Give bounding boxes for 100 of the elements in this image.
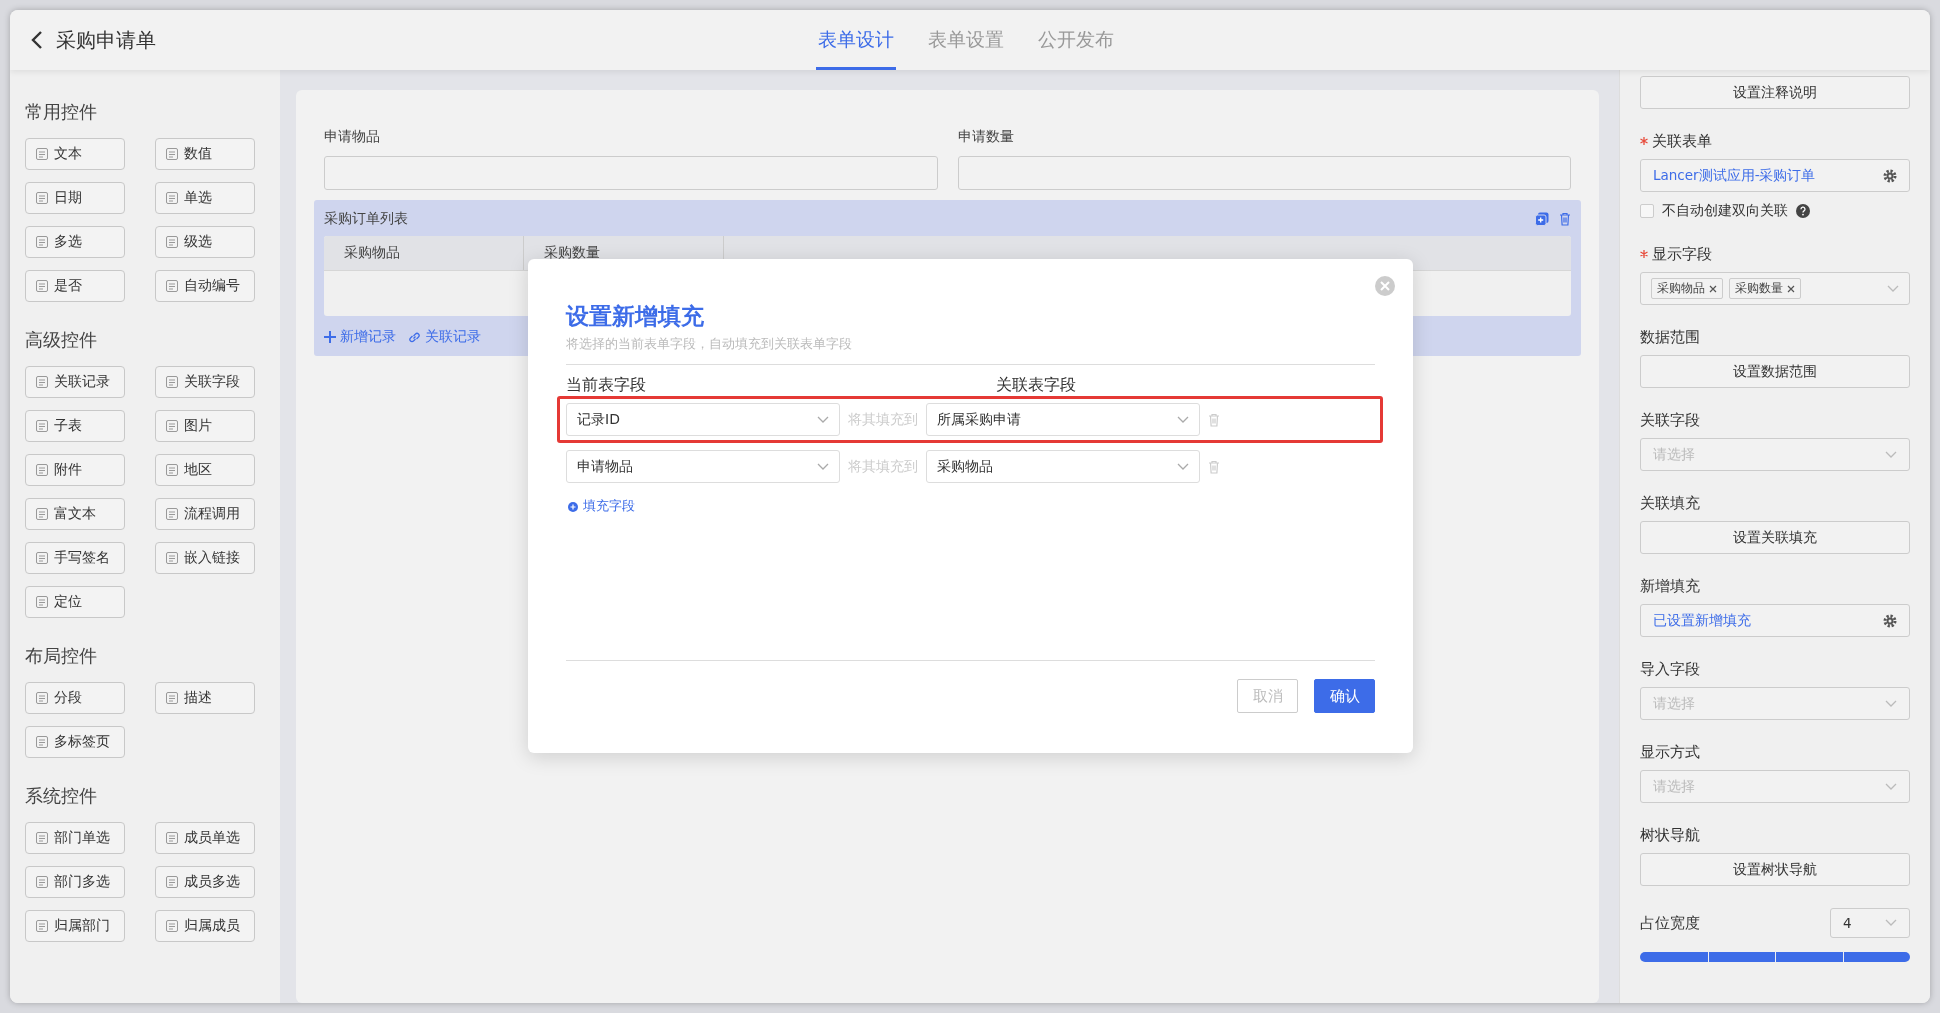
- control-palette-item[interactable]: 级选: [155, 226, 255, 258]
- control-palette-item[interactable]: 数值: [155, 138, 255, 170]
- control-palette-item[interactable]: 单选: [155, 182, 255, 214]
- copy-icon[interactable]: [1535, 212, 1549, 226]
- width-select[interactable]: 4: [1830, 908, 1910, 938]
- field-type-icon: [166, 876, 178, 888]
- field-type-icon: [36, 736, 48, 748]
- control-palette-item[interactable]: 是否: [25, 270, 125, 302]
- field-type-icon: [36, 148, 48, 160]
- field-type-icon: [36, 692, 48, 704]
- add-field-link[interactable]: 填充字段: [568, 498, 635, 515]
- control-palette-item[interactable]: 自动编号: [155, 270, 255, 302]
- plus-circle-icon: [568, 501, 578, 512]
- control-palette-item[interactable]: 附件: [25, 454, 125, 486]
- required-asterisk-icon: [1640, 250, 1648, 258]
- chevron-down-icon: [1885, 919, 1897, 927]
- checkbox[interactable]: [1640, 204, 1654, 218]
- dialog-subtitle: 将选择的当前表单字段，自动填充到关联表单字段: [566, 336, 853, 353]
- chevron-down-icon: [1177, 415, 1189, 424]
- property-button[interactable]: 设置树状导航: [1640, 853, 1910, 886]
- control-palette-item[interactable]: 多标签页: [25, 726, 125, 758]
- select-field[interactable]: 所属采购申请: [926, 403, 1200, 436]
- text-input[interactable]: [324, 156, 938, 190]
- control-palette-item[interactable]: 子表: [25, 410, 125, 442]
- control-palette-item[interactable]: 多选: [25, 226, 125, 258]
- gear-icon[interactable]: [1883, 613, 1897, 628]
- field-type-icon: [166, 376, 178, 388]
- control-palette-item[interactable]: 成员单选: [155, 822, 255, 854]
- control-palette-item[interactable]: 日期: [25, 182, 125, 214]
- control-palette-item[interactable]: 部门多选: [25, 866, 125, 898]
- trash-icon[interactable]: [1559, 212, 1571, 226]
- control-palette-item[interactable]: 部门单选: [25, 822, 125, 854]
- linked-value: 已设置新增填充: [1653, 611, 1751, 630]
- property-label: 导入字段: [1640, 659, 1700, 679]
- tag-label: 采购数量: [1735, 280, 1783, 297]
- control-palette-item[interactable]: 手写签名: [25, 542, 125, 574]
- select-field[interactable]: 采购物品: [926, 450, 1200, 483]
- control-palette-item[interactable]: 图片: [155, 410, 255, 442]
- field-type-icon: [166, 280, 178, 292]
- field-type-icon: [36, 920, 48, 932]
- control-palette-item[interactable]: 描述: [155, 682, 255, 714]
- column-header: 采购物品: [324, 236, 524, 270]
- control-palette-item[interactable]: 嵌入链接: [155, 542, 255, 574]
- help-icon: [1796, 204, 1810, 218]
- chevron-down-icon: [817, 462, 829, 471]
- property-label: 关联字段: [1640, 410, 1700, 430]
- tag-select-field[interactable]: 采购物品 采购数量: [1640, 272, 1910, 305]
- linked-value-field[interactable]: Lancer测试应用-采购订单: [1640, 159, 1910, 192]
- field-type-icon: [36, 876, 48, 888]
- property-button[interactable]: 设置关联填充: [1640, 521, 1910, 554]
- close-icon[interactable]: [1787, 284, 1795, 293]
- property-label: 关联表单: [1652, 131, 1712, 151]
- field-type-icon: [166, 920, 178, 932]
- property-label: 关联填充: [1640, 493, 1700, 513]
- column-heading: 关联表字段: [996, 375, 1076, 396]
- section-heading: 常用控件: [25, 100, 98, 124]
- property-button[interactable]: 设置数据范围: [1640, 355, 1910, 388]
- select-field[interactable]: 记录ID: [566, 403, 840, 436]
- control-palette-item[interactable]: 成员多选: [155, 866, 255, 898]
- gear-icon[interactable]: [1883, 168, 1897, 183]
- chevron-down-icon: [1885, 782, 1897, 791]
- field-type-icon: [166, 192, 178, 204]
- section-heading: 布局控件: [25, 644, 98, 668]
- control-palette-item[interactable]: 文本: [25, 138, 125, 170]
- confirm-button[interactable]: 确认: [1314, 679, 1375, 713]
- control-palette-item[interactable]: 归属部门: [25, 910, 125, 942]
- field-type-icon: [166, 552, 178, 564]
- control-palette-item[interactable]: 富文本: [25, 498, 125, 530]
- select-field[interactable]: 申请物品: [566, 450, 840, 483]
- section-heading: 系统控件: [25, 784, 98, 808]
- property-label: 显示字段: [1652, 244, 1712, 264]
- control-palette-item[interactable]: 流程调用: [155, 498, 255, 530]
- checkbox-label: 不自动创建双向关联: [1662, 202, 1788, 220]
- field-type-icon: [166, 420, 178, 432]
- select-value: 采购物品: [937, 457, 993, 476]
- field-type-icon: [166, 692, 178, 704]
- required-asterisk-icon: [1640, 137, 1648, 145]
- chevron-down-icon: [1885, 699, 1897, 708]
- linked-value-field[interactable]: 已设置新增填充: [1640, 604, 1910, 637]
- control-palette-item[interactable]: 关联字段: [155, 366, 255, 398]
- control-palette-item[interactable]: 定位: [25, 586, 125, 618]
- field-type-icon: [36, 236, 48, 248]
- text-input[interactable]: [957, 156, 1571, 190]
- control-palette-item[interactable]: 归属成员: [155, 910, 255, 942]
- link-icon: [408, 330, 421, 344]
- property-button[interactable]: 设置注释说明: [1640, 76, 1910, 109]
- linked-value: Lancer测试应用-采购订单: [1653, 166, 1816, 185]
- control-palette-item[interactable]: 关联记录: [25, 366, 125, 398]
- control-palette-item[interactable]: 地区: [155, 454, 255, 486]
- close-icon[interactable]: [1709, 284, 1717, 293]
- control-palette-item[interactable]: 分段: [25, 682, 125, 714]
- dialog-title: 设置新增填充: [566, 302, 705, 331]
- section-heading: 高级控件: [25, 328, 98, 352]
- chevron-down-icon: [1885, 450, 1897, 459]
- field-type-icon: [36, 464, 48, 476]
- tag-label: 采购物品: [1657, 280, 1705, 297]
- field-type-icon: [36, 596, 48, 608]
- field-type-icon: [36, 420, 48, 432]
- field-type-icon: [36, 508, 48, 520]
- field-type-icon: [36, 832, 48, 844]
